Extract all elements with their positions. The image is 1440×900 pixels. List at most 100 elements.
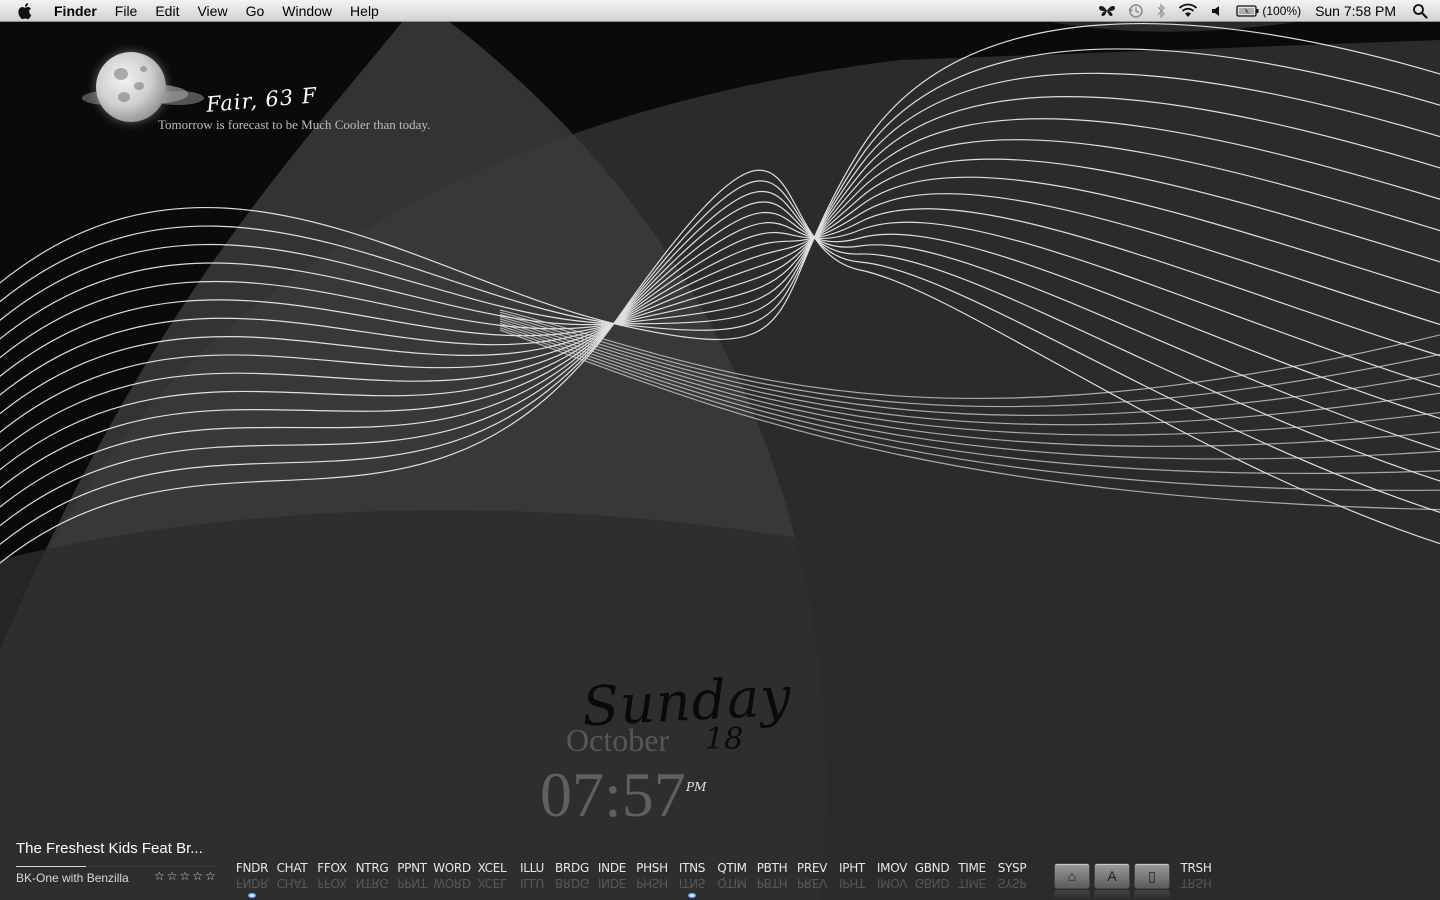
now-playing-widget[interactable]: The Freshest Kids Feat Br... BK-One with… bbox=[16, 840, 221, 890]
time-machine-status[interactable] bbox=[1122, 0, 1150, 22]
stack-glyph-icon: ⌂ bbox=[1067, 868, 1077, 884]
dock-item-pbth[interactable]: PBTH PBTH bbox=[752, 860, 792, 900]
dock-item-ffox[interactable]: FFOX FFOX bbox=[312, 860, 352, 900]
dock-item-inde[interactable]: INDE INDE bbox=[592, 860, 632, 900]
menu-go[interactable]: Go bbox=[237, 0, 274, 22]
time-label: 07:57 bbox=[540, 759, 686, 830]
dock-item-reflection: ITNS bbox=[678, 876, 706, 890]
stack-glyph-icon: A bbox=[1107, 868, 1117, 884]
dock-item-word[interactable]: WORD WORD bbox=[432, 860, 472, 900]
menubar-clock[interactable]: Sun 7:58 PM bbox=[1307, 3, 1406, 19]
volume-status[interactable] bbox=[1204, 0, 1230, 22]
dock-item-label: NTRG bbox=[355, 861, 389, 875]
dock-item-ntrg[interactable]: NTRG NTRG bbox=[352, 860, 392, 900]
time-machine-icon bbox=[1128, 3, 1144, 18]
dock-item-qtim[interactable]: QTIM QTIM bbox=[712, 860, 752, 900]
dock-item-reflection: GBND bbox=[914, 876, 950, 890]
dock-item-illu[interactable]: ILLU ILLU bbox=[512, 860, 552, 900]
wifi-status[interactable] bbox=[1172, 0, 1204, 22]
dock-item-label: ITNS bbox=[678, 861, 706, 875]
dock-item-prev[interactable]: PREV PREV bbox=[792, 860, 832, 900]
stack-reflection bbox=[1094, 890, 1130, 900]
dock-item-fndr[interactable]: FNDR FNDR bbox=[232, 860, 272, 900]
dock-item-label: SYSP bbox=[997, 861, 1027, 875]
home-stack[interactable]: ⌂ bbox=[1054, 863, 1090, 889]
menu-window[interactable]: Window bbox=[273, 0, 341, 22]
dock-item-gbnd[interactable]: GBND GBND bbox=[912, 860, 952, 900]
dock-item-label: PPNT bbox=[397, 861, 427, 875]
menu-bar: Finder File Edit View Go Window Help (10… bbox=[0, 0, 1440, 22]
documents-stack[interactable]: ▯ bbox=[1134, 863, 1170, 889]
dock-item-xcel[interactable]: XCEL XCEL bbox=[472, 860, 512, 900]
dock-item-reflection: PHSH bbox=[636, 876, 668, 890]
dock-item-reflection: SYSP bbox=[997, 876, 1027, 890]
dock-item-time[interactable]: TIME TIME bbox=[952, 860, 992, 900]
dock-item-reflection: BRDG bbox=[555, 876, 589, 890]
dock: FNDR FNDR CHAT CHAT FFOX FFOX NTRG NTRG PPNT PPNT… bbox=[232, 856, 1232, 900]
applications-stack[interactable]: A bbox=[1094, 863, 1130, 889]
dock-item-label: TIME bbox=[958, 861, 986, 875]
dock-item-label: TRSH bbox=[1180, 861, 1212, 875]
dock-item-itns[interactable]: ITNS ITNS bbox=[672, 860, 712, 900]
desktop[interactable]: Finder File Edit View Go Window Help (10… bbox=[0, 0, 1440, 900]
dock-item-label: GBND bbox=[914, 861, 950, 875]
dock-item-label: IMOV bbox=[876, 861, 908, 875]
dock-item-reflection: TIME bbox=[958, 876, 986, 890]
dock-item-label: PHSH bbox=[636, 861, 668, 875]
wifi-icon bbox=[1179, 3, 1198, 17]
track-progress-fill bbox=[16, 866, 86, 867]
menu-edit[interactable]: Edit bbox=[146, 0, 188, 22]
butterfly-icon bbox=[1099, 5, 1116, 16]
stack-glyph-icon: ▯ bbox=[1148, 868, 1156, 884]
moon-icon bbox=[96, 52, 166, 122]
dock-item-reflection: PBTH bbox=[756, 876, 788, 890]
rating-stars[interactable]: ☆☆☆☆☆ bbox=[154, 869, 218, 883]
dock-item-label: ILLU bbox=[520, 861, 544, 875]
dock-item-label: PREV bbox=[796, 861, 828, 875]
dock-item-label: WORD bbox=[433, 861, 471, 875]
dock-item-reflection: NTRG bbox=[355, 876, 389, 890]
dock-item-trash[interactable]: TRSH TRSH bbox=[1176, 860, 1216, 900]
dock-item-phsh[interactable]: PHSH PHSH bbox=[632, 860, 672, 900]
battery-status[interactable]: (100%) bbox=[1230, 0, 1307, 22]
status-area: (100%) Sun 7:58 PM bbox=[1092, 0, 1440, 22]
dock-item-reflection: IPHT bbox=[839, 876, 865, 890]
dock-item-label: PBTH bbox=[756, 861, 788, 875]
dock-item-sysp[interactable]: SYSP SYSP bbox=[992, 860, 1032, 900]
dock-item-reflection: CHAT bbox=[276, 876, 308, 890]
datetime-widget[interactable]: October Sunday 18 07:57 PM bbox=[530, 665, 830, 830]
bluetooth-icon bbox=[1157, 2, 1166, 19]
weather-condition: Fair, 63 F bbox=[205, 83, 319, 117]
menu-view[interactable]: View bbox=[188, 0, 236, 22]
apple-menu[interactable] bbox=[0, 0, 52, 22]
dock-item-reflection: WORD bbox=[433, 876, 471, 890]
dock-item-label: INDE bbox=[597, 861, 627, 875]
dock-item-chat[interactable]: CHAT CHAT bbox=[272, 860, 312, 900]
dock-item-label: XCEL bbox=[477, 861, 507, 875]
dock-item-reflection: ILLU bbox=[520, 876, 544, 890]
track-progress[interactable] bbox=[16, 866, 216, 867]
apple-logo-icon bbox=[18, 2, 32, 19]
stack-reflection bbox=[1054, 890, 1090, 900]
butterfly-status[interactable] bbox=[1092, 0, 1122, 22]
dock-item-ipht[interactable]: IPHT IPHT bbox=[832, 860, 872, 900]
running-indicator bbox=[688, 893, 696, 898]
dock-item-label: BRDG bbox=[555, 861, 589, 875]
dock-item-reflection: XCEL bbox=[477, 876, 507, 890]
dock-item-reflection: PPNT bbox=[397, 876, 427, 890]
menu-file[interactable]: File bbox=[106, 0, 147, 22]
dock-item-reflection: INDE bbox=[597, 876, 627, 890]
menu-app-finder[interactable]: Finder bbox=[52, 0, 106, 22]
battery-percent: (100%) bbox=[1262, 3, 1302, 18]
dock-item-label: QTIM bbox=[717, 861, 747, 875]
weather-widget[interactable]: Fair, 63 F Tomorrow is forecast to be Mu… bbox=[78, 50, 478, 140]
dock-item-ppnt[interactable]: PPNT PPNT bbox=[392, 860, 432, 900]
battery-icon bbox=[1236, 4, 1259, 17]
volume-icon bbox=[1212, 5, 1220, 16]
dock-item-imov[interactable]: IMOV IMOV bbox=[872, 860, 912, 900]
menu-help[interactable]: Help bbox=[341, 0, 388, 22]
bluetooth-status[interactable] bbox=[1150, 0, 1172, 22]
day-label: Sunday bbox=[580, 664, 794, 739]
spotlight-button[interactable] bbox=[1406, 0, 1440, 22]
dock-item-brdg[interactable]: BRDG BRDG bbox=[552, 860, 592, 900]
